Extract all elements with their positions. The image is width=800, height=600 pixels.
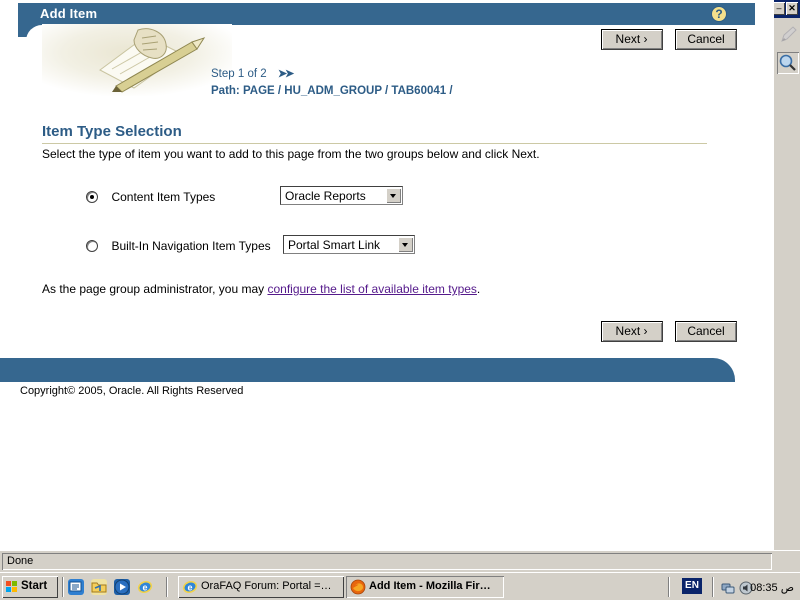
search-magnifier-icon[interactable]	[777, 52, 799, 74]
help-question-icon[interactable]: ?	[711, 6, 727, 22]
admin-note-suffix: .	[476, 282, 481, 296]
bottom-button-row: Next › Cancel	[593, 321, 737, 342]
tray-divider	[668, 577, 670, 597]
next-button-top[interactable]: Next ›	[600, 29, 663, 50]
chevron-down-icon[interactable]	[398, 237, 413, 252]
radio-content-item-types[interactable]	[86, 190, 98, 203]
taskbar-clock[interactable]: 08:35 ص	[750, 581, 794, 594]
media-folder-icon[interactable]	[91, 579, 107, 595]
option-row-content-item-types: Content Item Types	[86, 188, 215, 206]
admin-note: As the page group administrator, you may…	[42, 282, 480, 296]
footer-bar	[0, 358, 735, 382]
task-button-label: OraFAQ Forum: Portal =…	[201, 580, 332, 592]
chevron-down-icon[interactable]	[386, 188, 401, 203]
task-button-label: Add Item - Mozilla Fir…	[369, 580, 491, 592]
top-button-row: Next › Cancel	[593, 29, 737, 50]
browser-content-area: Add Item ? Next › Cancel Step 1 of 2 ➤➤ …	[0, 0, 773, 550]
desktop-screen: Add Item ? Next › Cancel Step 1 of 2 ➤➤ …	[0, 0, 800, 600]
background-window-titlebar: – ✕	[773, 0, 800, 18]
edit-pencil-icon[interactable]	[777, 24, 799, 46]
internet-explorer-icon: e	[182, 579, 198, 595]
radio-label-content-item-types: Content Item Types	[111, 189, 216, 204]
taskbar-divider	[62, 577, 64, 597]
page-title: Add Item	[40, 6, 98, 21]
background-window-edge: – ✕	[773, 0, 800, 550]
instruction-text: Select the type of item you want to add …	[42, 147, 540, 161]
portal-title-bar: Add Item ?	[18, 3, 755, 25]
select-navigation-item-type[interactable]: Portal Smart Link	[283, 235, 415, 254]
svg-text:e: e	[187, 583, 192, 593]
taskbar-divider-2	[166, 577, 168, 597]
taskbar: Start e e OraFAQ Forum: Portal =… Add It…	[0, 572, 800, 600]
select-navigation-item-type-value: Portal Smart Link	[288, 238, 381, 252]
firefox-icon	[350, 579, 366, 595]
network-icon[interactable]	[720, 580, 736, 596]
quick-launch-bar: e	[68, 577, 158, 597]
step-indicator: Step 1 of 2 ➤➤	[211, 67, 295, 80]
heading-divider	[42, 143, 707, 144]
show-desktop-icon[interactable]	[68, 579, 84, 595]
copyright-text: Copyright© 2005, Oracle. All Rights Rese…	[20, 385, 244, 397]
configure-item-types-link[interactable]: configure the list of available item typ…	[267, 282, 476, 296]
step-arrow-icon: ➤➤	[277, 68, 295, 80]
svg-text:e: e	[142, 583, 147, 593]
hand-writing-pencil-illustration	[42, 24, 232, 96]
task-button-orafaq-forum[interactable]: e OraFAQ Forum: Portal =…	[178, 576, 344, 598]
task-button-add-item[interactable]: Add Item - Mozilla Fir…	[346, 576, 504, 598]
status-text: Done	[2, 553, 772, 570]
radio-builtin-navigation-item-types[interactable]	[86, 239, 98, 252]
breadcrumb-text: Path: PAGE / HU_ADM_GROUP / TAB60041 /	[211, 85, 453, 97]
close-button[interactable]: ✕	[786, 2, 798, 15]
cancel-button-bottom[interactable]: Cancel	[675, 321, 737, 342]
title-bar-corner-cap	[18, 25, 46, 41]
windows-media-player-icon[interactable]	[114, 579, 130, 595]
background-window-toolbar	[774, 20, 800, 96]
radio-label-builtin-navigation-item-types: Built-In Navigation Item Types	[111, 238, 271, 253]
internet-explorer-icon[interactable]: e	[137, 579, 153, 595]
section-heading: Item Type Selection	[42, 123, 182, 140]
admin-note-prefix: As the page group administrator, you may	[42, 282, 268, 296]
language-indicator[interactable]: EN	[682, 578, 702, 594]
next-button-bottom[interactable]: Next ›	[600, 321, 663, 342]
breadcrumb: Path: PAGE / HU_ADM_GROUP / TAB60041 /	[211, 85, 453, 97]
start-button[interactable]: Start	[2, 576, 58, 598]
select-content-item-type[interactable]: Oracle Reports	[280, 186, 403, 205]
browser-status-bar: Done	[0, 550, 800, 572]
minimize-button[interactable]: –	[773, 2, 785, 15]
option-row-navigation-item-types: Built-In Navigation Item Types	[86, 237, 271, 255]
step-label: Step 1 of 2	[211, 68, 267, 80]
windows-logo-icon	[6, 581, 18, 593]
tray-divider-2	[712, 577, 714, 597]
start-button-label: Start	[21, 580, 48, 592]
cancel-button-top[interactable]: Cancel	[675, 29, 737, 50]
select-content-item-type-value: Oracle Reports	[285, 189, 366, 203]
